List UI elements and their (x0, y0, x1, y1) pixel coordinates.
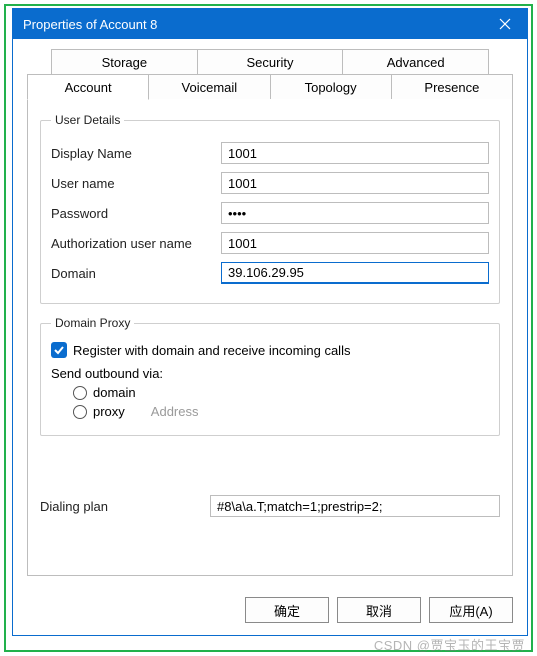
close-button[interactable] (483, 9, 527, 39)
register-checkbox[interactable] (51, 342, 67, 358)
cancel-button[interactable]: 取消 (337, 597, 421, 623)
tab-strip: Storage Security Advanced Account Voicem… (27, 49, 513, 576)
tab-topology[interactable]: Topology (270, 74, 392, 99)
apply-button[interactable]: 应用(A) (429, 597, 513, 623)
auth-user-input[interactable] (221, 232, 489, 254)
tab-storage[interactable]: Storage (51, 49, 198, 74)
close-icon (499, 18, 511, 30)
tab-security[interactable]: Security (197, 49, 344, 74)
tab-account[interactable]: Account (27, 74, 149, 100)
domain-label: Domain (51, 266, 221, 281)
tab-voicemail[interactable]: Voicemail (148, 74, 270, 99)
user-details-group: User Details Display Name User name Pass… (40, 113, 500, 304)
dialog-footer: 确定 取消 应用(A) (13, 587, 527, 635)
auth-user-label: Authorization user name (51, 236, 221, 251)
display-name-label: Display Name (51, 146, 221, 161)
user-details-legend: User Details (51, 113, 124, 127)
send-via-label: Send outbound via: (51, 366, 489, 381)
password-input[interactable] (221, 202, 489, 224)
ok-button[interactable]: 确定 (245, 597, 329, 623)
tab-presence[interactable]: Presence (391, 74, 513, 99)
tab-body-account: User Details Display Name User name Pass… (27, 98, 513, 576)
proxy-address-placeholder: Address (151, 404, 199, 419)
radio-domain-label: domain (93, 385, 136, 400)
dialing-plan-label: Dialing plan (40, 499, 210, 514)
titlebar: Properties of Account 8 (13, 9, 527, 39)
tab-advanced[interactable]: Advanced (342, 49, 489, 74)
watermark: CSDN @贾宝玉的王宝贾 (374, 635, 525, 654)
domain-proxy-legend: Domain Proxy (51, 316, 134, 330)
user-name-input[interactable] (221, 172, 489, 194)
domain-input[interactable] (221, 262, 489, 284)
properties-dialog: Properties of Account 8 Storage Security… (12, 8, 528, 636)
radio-proxy-label: proxy (93, 404, 125, 419)
register-label: Register with domain and receive incomin… (73, 343, 350, 358)
radio-proxy[interactable] (73, 405, 87, 419)
domain-proxy-group: Domain Proxy Register with domain and re… (40, 316, 500, 436)
dialing-plan-input[interactable] (210, 495, 500, 517)
radio-domain[interactable] (73, 386, 87, 400)
user-name-label: User name (51, 176, 221, 191)
display-name-input[interactable] (221, 142, 489, 164)
window-title: Properties of Account 8 (23, 17, 483, 32)
check-icon (53, 344, 65, 356)
password-label: Password (51, 206, 221, 221)
